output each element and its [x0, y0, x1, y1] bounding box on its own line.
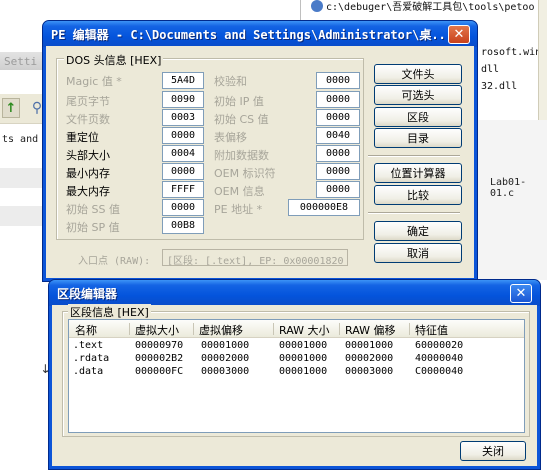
- background-filename: Lab01-01.c: [490, 177, 527, 199]
- initial-sp-field[interactable]: 00B8: [162, 217, 204, 234]
- section-editor-titlebar[interactable]: 区段编辑器: [49, 280, 540, 306]
- optional-header-button[interactable]: 可选头: [374, 85, 462, 105]
- magic-field[interactable]: 5A4D: [162, 72, 204, 89]
- column-header-characteristics[interactable]: 特征值: [415, 322, 448, 338]
- sections-button[interactable]: 区段: [374, 107, 462, 127]
- field-label: 最小内存: [66, 167, 110, 180]
- field-label: 文件页数: [66, 113, 110, 126]
- globe-icon: [311, 0, 323, 12]
- column-header-name[interactable]: 名称: [75, 322, 97, 338]
- field-label: 初始 CS 值: [214, 113, 269, 126]
- field-label: 初始 IP 值: [214, 95, 264, 108]
- raw-offset: 00002000: [345, 353, 394, 364]
- field-label: 初始 SS 值: [66, 203, 120, 216]
- initial-ss-field[interactable]: 0000: [162, 199, 204, 216]
- characteristics: 40000040: [415, 353, 464, 364]
- characteristics: C0000040: [415, 366, 464, 377]
- section-list[interactable]: 名称 虚拟大小 虚拟偏移 RAW 大小 RAW 偏移 特征值 .text 000…: [68, 319, 525, 433]
- field-label: Magic 值 *: [66, 75, 122, 88]
- max-memory-field[interactable]: FFFF: [162, 181, 204, 198]
- section-name: .data: [73, 366, 104, 377]
- section-info-group-title: 区段信息 [HEX]: [68, 304, 151, 320]
- column-header-virtual-size[interactable]: 虚拟大小: [135, 322, 179, 338]
- background-run-icon[interactable]: ↑: [2, 98, 20, 118]
- ok-button[interactable]: 确定: [374, 221, 462, 241]
- dos-header-group-title: DOS 头信息 [HEX]: [64, 52, 164, 68]
- virtual-size: 00000970: [135, 340, 184, 351]
- button-separator: [368, 155, 460, 157]
- section-editor-title: 区段编辑器: [57, 286, 118, 301]
- oem-info-field[interactable]: 0000: [316, 181, 360, 198]
- background-scrollbar[interactable]: [538, 0, 547, 120]
- characteristics: 60000020: [415, 340, 464, 351]
- field-label: 头部大小: [66, 149, 110, 162]
- virtual-offset: 00001000: [201, 340, 250, 351]
- column-header-raw-offset[interactable]: RAW 偏移: [345, 322, 396, 338]
- field-label: PE 地址 *: [214, 203, 263, 216]
- raw-size: 00001000: [279, 353, 328, 364]
- location-calculator-button[interactable]: 位置计算器: [374, 163, 462, 183]
- file-pages-field[interactable]: 0003: [162, 109, 204, 126]
- raw-size: 00001000: [279, 366, 328, 377]
- field-label: 重定位: [66, 131, 99, 144]
- raw-offset: 00001000: [345, 340, 394, 351]
- checksum-field[interactable]: 0000: [316, 72, 360, 89]
- entry-point-field: [区段: [.text], EP: 0x00001820: [162, 249, 348, 267]
- field-label: 表偏移: [214, 131, 247, 144]
- table-offset-field[interactable]: 0040: [316, 127, 360, 144]
- close-button[interactable]: 关闭: [460, 441, 526, 461]
- compare-button[interactable]: 比较: [374, 185, 462, 205]
- section-name: .text: [73, 340, 104, 351]
- relocations-field[interactable]: 0000: [162, 127, 204, 144]
- background-panel: [476, 120, 547, 280]
- close-icon[interactable]: ✕: [510, 284, 532, 303]
- background-file-row: dll: [481, 64, 500, 75]
- min-memory-field[interactable]: 0000: [162, 163, 204, 180]
- table-row[interactable]: .text 00000970 00001000 00001000 0000100…: [69, 340, 524, 353]
- raw-offset: 00003000: [345, 366, 394, 377]
- file-header-button[interactable]: 文件头: [374, 64, 462, 84]
- table-row[interactable]: .data 000000FC 00003000 00001000 0000300…: [69, 366, 524, 379]
- initial-cs-field[interactable]: 0000: [316, 109, 360, 126]
- field-label: 尾页字节: [66, 95, 110, 108]
- field-label: 附加数据数: [214, 149, 269, 162]
- initial-ip-field[interactable]: 0000: [316, 91, 360, 108]
- pe-address-field[interactable]: 000000E8: [288, 199, 360, 216]
- entry-point-label: 入口点 (RAW):: [78, 256, 151, 267]
- directories-button[interactable]: 目录: [374, 128, 462, 148]
- field-label: OEM 标识符: [214, 167, 276, 180]
- pe-editor-title: PE 编辑器 - C:\Documents and Settings\Admin…: [51, 27, 454, 42]
- field-label: OEM 信息: [214, 185, 265, 198]
- table-row[interactable]: .rdata 000002B2 00002000 00001000 000020…: [69, 353, 524, 366]
- virtual-size: 000002B2: [135, 353, 184, 364]
- pe-editor-titlebar[interactable]: PE 编辑器 - C:\Documents and Settings\Admin…: [43, 21, 477, 47]
- virtual-offset: 00002000: [201, 353, 250, 364]
- last-page-bytes-field[interactable]: 0090: [162, 91, 204, 108]
- overlay-number-field[interactable]: 0000: [316, 145, 360, 162]
- header-size-field[interactable]: 0004: [162, 145, 204, 162]
- button-separator: [368, 212, 460, 214]
- background-path-row: c:\debuger\吾爱破解工具包\tools\petoo: [311, 0, 534, 13]
- field-label: 最大内存: [66, 185, 110, 198]
- close-icon[interactable]: ✕: [448, 25, 470, 44]
- field-label: 校验和: [214, 75, 247, 88]
- raw-size: 00001000: [279, 340, 328, 351]
- column-header-raw-size[interactable]: RAW 大小: [279, 322, 330, 338]
- background-file-row: 32.dll: [481, 81, 518, 92]
- background-text: ts and: [2, 134, 39, 145]
- oem-id-field[interactable]: 0000: [316, 163, 360, 180]
- section-list-header: 名称 虚拟大小 虚拟偏移 RAW 大小 RAW 偏移 特征值: [69, 320, 524, 338]
- column-header-virtual-offset[interactable]: 虚拟偏移: [199, 322, 243, 338]
- cancel-button[interactable]: 取消: [374, 243, 462, 263]
- virtual-offset: 00003000: [201, 366, 250, 377]
- field-label: 初始 SP 值: [66, 221, 120, 234]
- virtual-size: 000000FC: [135, 366, 184, 377]
- section-name: .rdata: [73, 353, 110, 364]
